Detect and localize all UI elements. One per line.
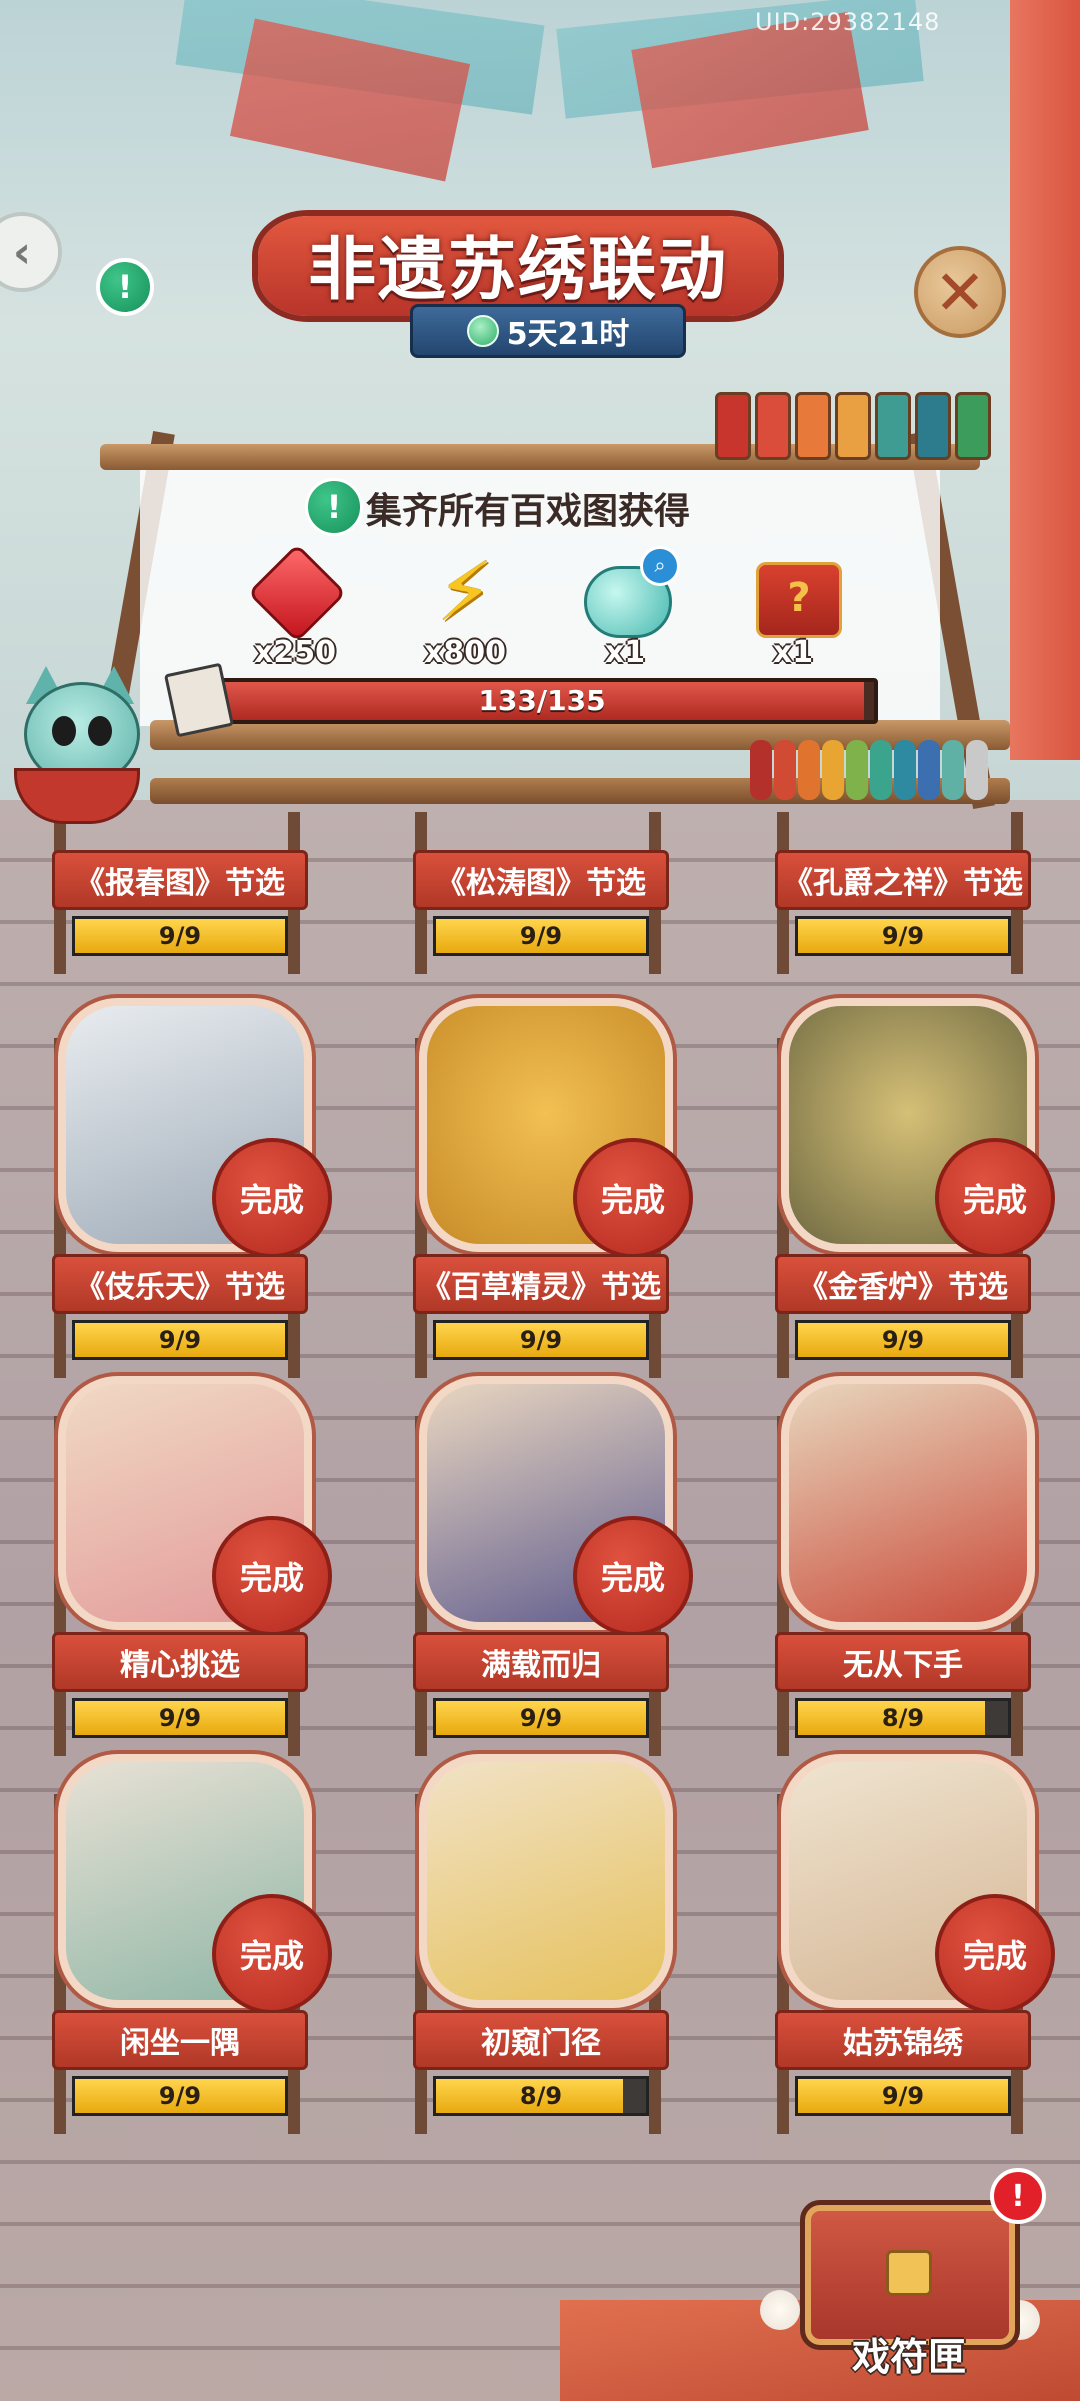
timer-icon: [466, 315, 499, 347]
card-progress-bar: 9/9: [795, 1320, 1011, 1360]
timer-text: 5天21时: [506, 317, 630, 352]
side-curtain: [1010, 0, 1080, 760]
card-progress-bar: 9/9: [72, 1320, 288, 1360]
magnifier-icon: ⌕: [640, 546, 680, 586]
event-title: 非遗苏绣联动: [307, 230, 728, 310]
mystery-chest-icon: ?: [756, 562, 842, 638]
collection-card[interactable]: 完成 精心挑选 9/9: [52, 1376, 332, 1756]
card-title: 《伎乐天》节选: [52, 1254, 308, 1314]
event-timer: 5天21时: [410, 304, 686, 358]
card-progress-bar: 9/9: [795, 916, 1011, 956]
card-progress-text: 9/9: [158, 1704, 202, 1732]
reward-item[interactable]: ⚡ x800: [410, 545, 520, 671]
card-progress-text: 9/9: [158, 1326, 202, 1354]
thread-spools: [750, 740, 988, 800]
reward-qty: x250: [254, 635, 336, 670]
completed-seal: 完成: [573, 1138, 693, 1258]
card-progress-bar: 9/9: [72, 2076, 288, 2116]
card-title: 《松涛图》节选: [413, 850, 669, 910]
collection-card[interactable]: 完成 《伎乐天》节选 9/9: [52, 998, 332, 1378]
card-progress-text: 9/9: [158, 2082, 202, 2110]
embroidery-image: [419, 1754, 673, 2008]
card-title: 初窥门径: [413, 2010, 669, 2070]
card-progress-text: 9/9: [881, 922, 925, 950]
goal-text: 集齐所有百戏图获得: [366, 490, 691, 532]
card-title: 精心挑选: [52, 1632, 308, 1692]
reward-item[interactable]: ⌕ x1: [570, 546, 680, 670]
card-title: 《金香炉》节选: [775, 1254, 1031, 1314]
card-progress-bar: 9/9: [433, 1320, 649, 1360]
card-title: 姑苏锦绣: [775, 2010, 1031, 2070]
card-progress-text: 8/9: [519, 2082, 563, 2110]
progress-text: 133/135: [478, 684, 606, 717]
card-progress-text: 9/9: [881, 1326, 925, 1354]
chest-label: 戏符匣: [852, 2334, 967, 2379]
chest-lock: [886, 2250, 932, 2296]
card-title: 满载而归: [413, 1632, 669, 1692]
exclamation-icon: !: [117, 268, 133, 306]
collection-card[interactable]: 完成 闲坐一隅 9/9: [52, 1754, 332, 2134]
card-progress-text: 9/9: [158, 922, 202, 950]
collection-card[interactable]: 完成 满载而归 9/9: [413, 1376, 693, 1756]
reward-qty: x1: [604, 635, 646, 670]
uid-text: UID:29382148: [755, 8, 941, 36]
card-progress-bar: 9/9: [72, 1698, 288, 1738]
chest-alert-badge: !: [990, 2168, 1046, 2224]
lightning-bolt-icon: ⚡: [436, 545, 494, 640]
completed-seal: 完成: [212, 1138, 332, 1258]
card-progress-text: 9/9: [519, 922, 563, 950]
card-progress-bar: 9/9: [433, 1698, 649, 1738]
collection-card[interactable]: 完成 《金香炉》节选 9/9: [775, 998, 1055, 1378]
card-title: 《孔爵之祥》节选: [775, 850, 1031, 910]
reward-qty: x800: [424, 635, 506, 670]
card-progress-bar: 9/9: [72, 916, 288, 956]
collection-card[interactable]: 完成 姑苏锦绣 9/9: [775, 1754, 1055, 2134]
embroidery-image: [781, 1376, 1035, 1630]
card-progress-text: 9/9: [519, 1326, 563, 1354]
card-progress-text: 9/9: [881, 2082, 925, 2110]
card-progress-bar: 8/9: [433, 2076, 649, 2116]
info-button[interactable]: !: [96, 258, 154, 316]
collection-card[interactable]: 无从下手 8/9: [775, 1376, 1035, 1756]
completed-seal: 完成: [935, 1138, 1055, 1258]
card-progress-text: 9/9: [519, 1704, 563, 1732]
ruby-gem-icon: [247, 543, 347, 643]
close-icon: ✕: [934, 255, 986, 329]
goal-info-icon[interactable]: !: [305, 478, 363, 536]
reward-qty: x1: [772, 635, 814, 670]
card-progress-text: 8/9: [881, 1704, 925, 1732]
close-button[interactable]: ✕: [914, 246, 1006, 338]
card-title: 《百草精灵》节选: [413, 1254, 669, 1314]
collection-card[interactable]: 完成 《百草精灵》节选 9/9: [413, 998, 693, 1378]
card-progress-bar: 9/9: [433, 916, 649, 956]
thread-spools: [715, 392, 991, 460]
reward-item[interactable]: ? x1: [738, 552, 848, 670]
card-title: 《报春图》节选: [52, 850, 308, 910]
card-progress-bar: 8/9: [795, 1698, 1011, 1738]
cat-mascot: [4, 652, 154, 824]
collection-card[interactable]: 初窥门径 8/9: [413, 1754, 673, 2134]
reward-item[interactable]: x250: [240, 543, 350, 670]
completed-seal: 完成: [212, 1894, 332, 2014]
card-title: 闲坐一隅: [52, 2010, 308, 2070]
completed-seal: 完成: [935, 1894, 1055, 2014]
completed-seal: 完成: [573, 1516, 693, 1636]
completed-seal: 完成: [212, 1516, 332, 1636]
collection-progress-bar: 133/135: [206, 678, 878, 724]
card-progress-bar: 9/9: [795, 2076, 1011, 2116]
card-title: 无从下手: [775, 1632, 1031, 1692]
chevron-left-icon: ‹: [12, 226, 32, 278]
